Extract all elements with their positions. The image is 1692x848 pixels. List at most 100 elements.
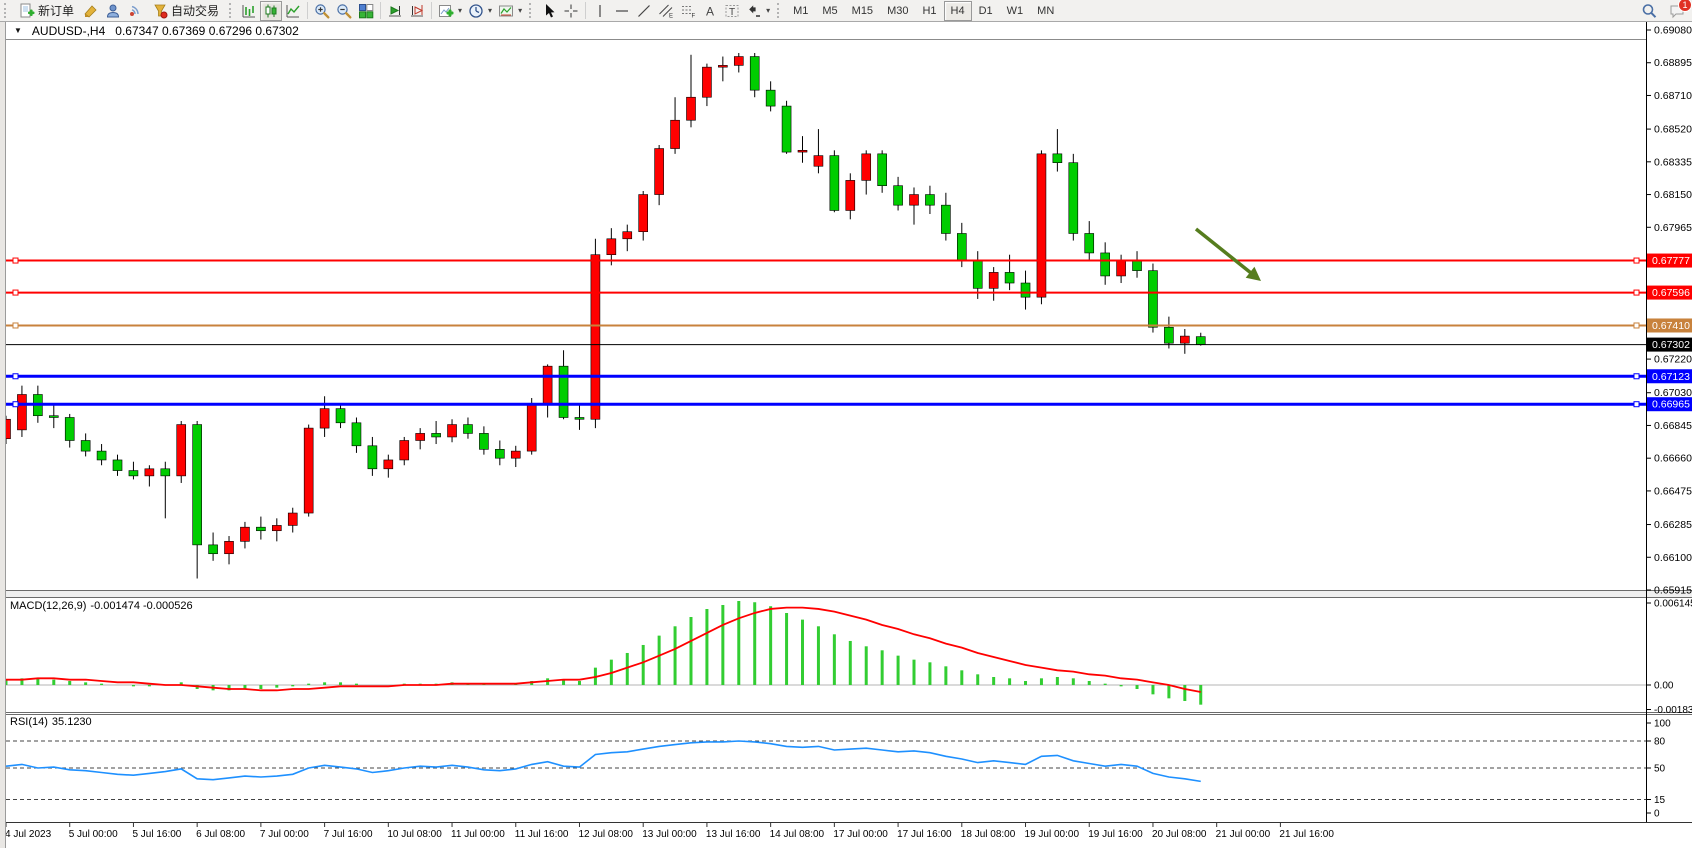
timeframe-button-m30[interactable]: M30 — [880, 1, 915, 21]
new-order-icon — [19, 3, 35, 19]
candle-body — [272, 525, 281, 530]
macd-axis-tick-label: -0.001837 — [1654, 705, 1692, 716]
line-handle[interactable] — [13, 258, 18, 263]
timeframe-button-m5[interactable]: M5 — [815, 1, 844, 21]
channel-button[interactable]: E — [655, 1, 677, 21]
templates-button[interactable]: ▾ — [495, 1, 525, 21]
candle-body — [527, 405, 536, 451]
line-handle[interactable] — [13, 290, 18, 295]
candle-body — [368, 446, 377, 469]
text-label-button[interactable]: T — [721, 1, 743, 21]
line-handle[interactable] — [1634, 374, 1639, 379]
candle-body — [416, 433, 425, 440]
auto-trading-button[interactable]: 自动交易 — [146, 1, 225, 21]
panel-separator-band[interactable] — [0, 591, 1692, 597]
candle-body — [894, 186, 903, 205]
candle-body — [591, 255, 600, 420]
candle-body — [798, 150, 807, 152]
date-axis-label: 13 Jul 00:00 — [642, 829, 697, 840]
zoom-in-button[interactable] — [311, 1, 333, 21]
candle-body — [1069, 163, 1078, 234]
toolbar-grip[interactable] — [777, 3, 781, 18]
crosshair-button[interactable] — [560, 1, 582, 21]
date-axis-label: 6 Jul 08:00 — [196, 829, 245, 840]
tile-windows-button[interactable] — [355, 1, 377, 21]
candle-body — [543, 366, 552, 405]
line-chart-button[interactable] — [282, 1, 304, 21]
channel-icon: E — [658, 3, 674, 19]
text-button[interactable]: A — [699, 1, 721, 21]
line-handle[interactable] — [1634, 290, 1639, 295]
search-button[interactable] — [1638, 1, 1660, 21]
date-axis-label: 21 Jul 16:00 — [1279, 829, 1334, 840]
date-axis-label: 14 Jul 08:00 — [770, 829, 825, 840]
toolbar-grip[interactable] — [4, 3, 8, 18]
auto-scroll-button[interactable] — [384, 1, 406, 21]
candle-body — [1164, 327, 1173, 343]
styler-button[interactable] — [80, 1, 102, 21]
svg-text:E: E — [669, 13, 673, 19]
bar-chart-button[interactable] — [238, 1, 260, 21]
signal-button[interactable] — [124, 1, 146, 21]
candle-body — [161, 469, 170, 476]
line-handle[interactable] — [1634, 402, 1639, 407]
arrows-button[interactable]: ▾ — [743, 1, 773, 21]
toolbar-grip[interactable] — [229, 3, 233, 18]
rsi-axis-tick-label: 100 — [1654, 719, 1671, 730]
fibonacci-button[interactable]: F — [677, 1, 699, 21]
chart-canvas[interactable]: 0.690800.688950.687100.685200.683350.681… — [0, 0, 1692, 848]
toolbar-separator — [307, 2, 308, 19]
timeframe-button-m15[interactable]: M15 — [845, 1, 880, 21]
line-handle[interactable] — [13, 402, 18, 407]
profile-button[interactable] — [102, 1, 124, 21]
new-order-button[interactable]: 新订单 — [13, 1, 80, 21]
indicators-button[interactable]: ▾ — [435, 1, 465, 21]
auto-trading-label: 自动交易 — [171, 2, 219, 19]
cursor-button[interactable] — [538, 1, 560, 21]
date-axis-label: 19 Jul 16:00 — [1088, 829, 1143, 840]
line-handle[interactable] — [13, 374, 18, 379]
horizontal-line-button[interactable] — [611, 1, 633, 21]
timeframe-button-w1[interactable]: W1 — [1000, 1, 1031, 21]
price-axis-tick-label: 0.65915 — [1654, 585, 1692, 597]
candle-body — [925, 195, 934, 206]
candle-body — [957, 233, 966, 260]
timeframe-button-h4[interactable]: H4 — [944, 1, 972, 21]
timeframe-button-h1[interactable]: H1 — [915, 1, 943, 21]
date-axis-label: 19 Jul 00:00 — [1025, 829, 1080, 840]
rsi-axis-tick-label: 80 — [1654, 737, 1666, 748]
price-axis-tick-label: 0.68335 — [1654, 156, 1692, 168]
price-axis-tick-label: 0.66285 — [1654, 519, 1692, 531]
line-handle[interactable] — [1634, 323, 1639, 328]
trendline-button[interactable] — [633, 1, 655, 21]
candle-body — [846, 180, 855, 210]
candle-body — [830, 156, 839, 211]
chart-shift-button[interactable] — [406, 1, 428, 21]
line-handle[interactable] — [13, 323, 18, 328]
candlestick-chart-button[interactable] — [260, 1, 282, 21]
candle-body — [862, 154, 871, 181]
date-axis-label: 20 Jul 08:00 — [1152, 829, 1207, 840]
candle-body — [623, 232, 632, 239]
notifications-button[interactable]: 1 — [1666, 1, 1688, 21]
timeframe-button-d1[interactable]: D1 — [972, 1, 1000, 21]
candle-body — [734, 57, 743, 66]
price-axis-tick-label: 0.67965 — [1654, 222, 1692, 234]
toolbar-grip[interactable] — [529, 3, 533, 18]
cursor-icon — [541, 3, 557, 19]
periods-button[interactable]: ▾ — [465, 1, 495, 21]
candle-body — [1037, 154, 1046, 297]
timeframe-button-mn[interactable]: MN — [1030, 1, 1061, 21]
timeframe-button-m1[interactable]: M1 — [786, 1, 815, 21]
candle-body — [432, 433, 441, 437]
candle-body — [288, 513, 297, 525]
window-left-edge — [0, 22, 6, 848]
candle-body — [400, 440, 409, 459]
price-axis-tick-label: 0.66845 — [1654, 420, 1692, 432]
arrows-icon — [746, 3, 762, 19]
line-handle[interactable] — [1634, 258, 1639, 263]
zoom-out-button[interactable] — [333, 1, 355, 21]
vertical-line-button[interactable] — [589, 1, 611, 21]
timeframe-group: M1M5M15M30H1H4D1W1MN — [786, 0, 1061, 22]
chart-menu-dropdown-icon[interactable]: ▼ — [14, 26, 22, 35]
